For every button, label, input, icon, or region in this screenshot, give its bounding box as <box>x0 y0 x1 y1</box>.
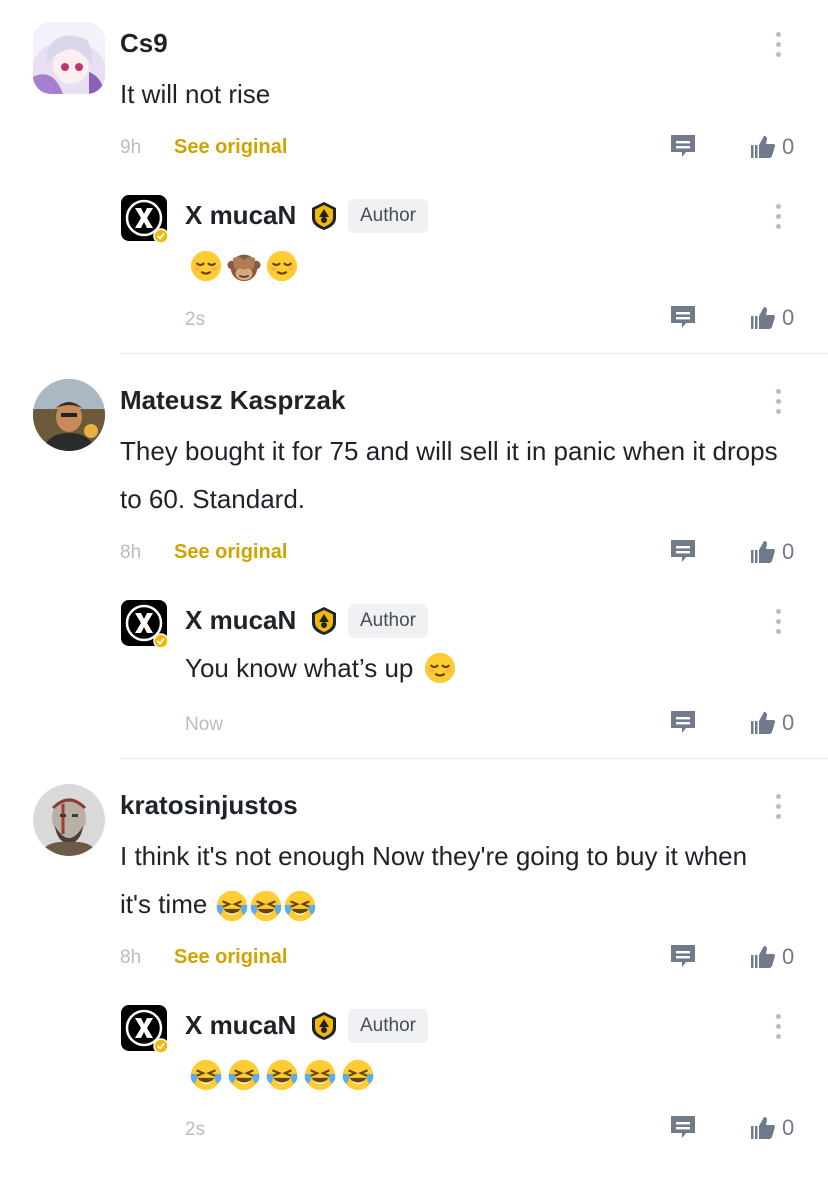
tears-of-joy-icon <box>265 1058 299 1092</box>
reply-text: You know what’s up <box>185 651 457 685</box>
reply-time: 2s <box>185 1119 206 1140</box>
like-count: 0 <box>782 710 795 735</box>
thumbs-up-icon <box>750 1115 776 1141</box>
username[interactable]: Mateusz Kasprzak <box>120 385 345 416</box>
thumbs-up-icon <box>750 305 776 331</box>
reply-text-content: You know what’s up <box>185 652 414 683</box>
username[interactable]: Cs9 <box>120 28 168 59</box>
comment-text: I think it's not enough Now they're goin… <box>120 832 780 928</box>
reply-time: 2s <box>185 309 206 330</box>
reply-username[interactable]: X mucaN <box>185 200 296 231</box>
reply-text <box>185 1058 375 1092</box>
comment-thread: kratosinjustos I think it's not enough N… <box>0 762 828 1179</box>
reply-username[interactable]: X mucaN <box>185 605 296 636</box>
like-button[interactable]: 0 <box>750 305 794 331</box>
tears-of-joy-icon <box>227 1058 261 1092</box>
vip-badge-icon <box>309 201 339 231</box>
author-avatar[interactable] <box>120 194 170 244</box>
comment-text: It will not rise <box>120 79 271 109</box>
avatar[interactable] <box>33 22 105 94</box>
comment-text: They bought it for 75 and will sell it i… <box>120 436 778 514</box>
comment-time: 9h <box>120 137 142 158</box>
vip-badge-icon <box>309 606 339 636</box>
avatar[interactable] <box>33 784 105 856</box>
reply-icon[interactable] <box>670 134 696 160</box>
thumbs-up-icon <box>750 134 776 160</box>
thumbs-up-icon <box>750 539 776 565</box>
divider <box>120 758 828 759</box>
divider <box>120 353 828 354</box>
tears-of-joy-icon <box>303 1058 337 1092</box>
username[interactable]: kratosinjustos <box>120 790 298 821</box>
like-count: 0 <box>782 1115 795 1140</box>
author-avatar[interactable] <box>120 1004 170 1054</box>
author-badge: Author <box>348 604 428 638</box>
reply-icon[interactable] <box>670 539 696 565</box>
tears-of-joy-icon <box>249 889 283 923</box>
tears-of-joy-icon <box>283 889 317 923</box>
see-original-link[interactable]: See original <box>174 136 287 159</box>
see-original-link[interactable]: See original <box>174 541 287 564</box>
tears-of-joy-icon <box>215 889 249 923</box>
tears-of-joy-icon <box>189 1058 223 1092</box>
author-badge: Author <box>348 1009 428 1043</box>
avatar[interactable] <box>33 379 105 451</box>
reply-icon[interactable] <box>670 1115 696 1141</box>
like-count: 0 <box>782 305 795 330</box>
comment-thread: Mateusz Kasprzak They bought it for 75 a… <box>0 357 828 760</box>
relieved-face-icon <box>423 651 457 685</box>
comment-thread: Cs9 It will not rise 9h See original 0 X… <box>0 0 828 355</box>
comment-time: 8h <box>120 947 142 968</box>
more-options-icon[interactable] <box>768 788 788 824</box>
author-avatar[interactable] <box>120 599 170 649</box>
more-options-icon[interactable] <box>768 1008 788 1044</box>
like-count: 0 <box>782 944 795 969</box>
author-badge: Author <box>348 199 428 233</box>
vip-badge-icon <box>309 1011 339 1041</box>
like-button[interactable]: 0 <box>750 944 794 970</box>
see-no-evil-monkey-icon <box>227 249 261 283</box>
thumbs-up-icon <box>750 944 776 970</box>
reply-username[interactable]: X mucaN <box>185 1010 296 1041</box>
relieved-face-icon <box>265 249 299 283</box>
like-count: 0 <box>782 539 795 564</box>
like-button[interactable]: 0 <box>750 134 794 160</box>
see-original-link[interactable]: See original <box>174 946 287 969</box>
reply-icon[interactable] <box>670 710 696 736</box>
more-options-icon[interactable] <box>768 603 788 639</box>
more-options-icon[interactable] <box>768 26 788 62</box>
reply-text <box>185 249 299 283</box>
tears-of-joy-icon <box>341 1058 375 1092</box>
comment-time: 8h <box>120 542 142 563</box>
more-options-icon[interactable] <box>768 198 788 234</box>
reply-icon[interactable] <box>670 944 696 970</box>
like-button[interactable]: 0 <box>750 710 794 736</box>
thumbs-up-icon <box>750 710 776 736</box>
like-button[interactable]: 0 <box>750 1115 794 1141</box>
reply-time: Now <box>185 714 224 735</box>
more-options-icon[interactable] <box>768 383 788 419</box>
reply-icon[interactable] <box>670 305 696 331</box>
relieved-face-icon <box>189 249 223 283</box>
like-button[interactable]: 0 <box>750 539 794 565</box>
like-count: 0 <box>782 134 795 159</box>
